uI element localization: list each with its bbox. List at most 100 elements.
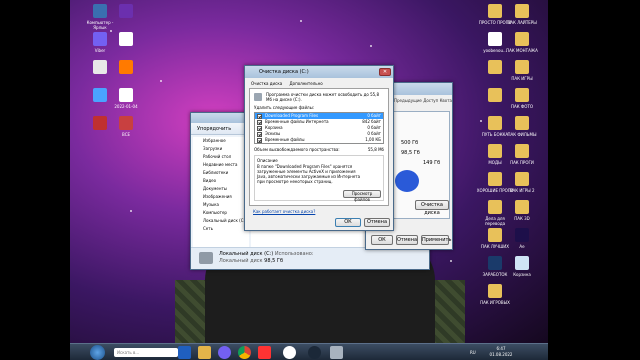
close-icon[interactable]: ✕ (379, 68, 391, 76)
status-drive-name: Локальный диск (C:) (219, 251, 274, 257)
description-text: В папке "Downloaded Program Files" храня… (257, 164, 361, 184)
desktop-icon-image (488, 88, 502, 102)
nav-item[interactable]: Изображения (203, 193, 249, 201)
tab-disk-cleanup[interactable]: Очистка диска (251, 81, 282, 86)
used-space-value: 500 Гб (401, 140, 419, 146)
disk-icon (254, 93, 262, 101)
nav-item[interactable]: Музыка (203, 201, 249, 209)
disk-cleanup-body: Программа очистки диска может освободить… (249, 88, 389, 206)
desktop-icon-label: ПАК ИГРОВЫХ (480, 300, 510, 305)
desktop-icon-image (515, 256, 529, 270)
taskbar: Искать в... RU 6:47 01.08.2022 (70, 343, 548, 360)
nav-item[interactable]: Библиотеки (203, 169, 249, 177)
file-checkbox[interactable] (257, 131, 262, 137)
tab-access[interactable]: Доступ (423, 98, 438, 103)
start-button[interactable] (90, 345, 105, 360)
desktop-icon-label: ПАК ИГРЫ (511, 76, 533, 81)
taskbar-search[interactable]: Искать в... (114, 348, 178, 357)
desktop-icon-label: ПАК ЛАЙТЕРЫ (507, 20, 537, 25)
taskbar-yandex-icon[interactable] (258, 346, 271, 359)
desktop-icon[interactable]: ВСЕ (106, 116, 146, 142)
cleanup-cancel-button[interactable]: Отмена (364, 218, 390, 227)
file-checkbox[interactable] (257, 119, 262, 125)
desktop-icon[interactable]: ПАК МОНТАЖА (502, 32, 542, 58)
file-name: Временные файлы (265, 137, 305, 142)
nav-item[interactable]: Загрузки (203, 145, 249, 153)
desktop-icon[interactable]: ПАК ЛАЙТЕРЫ (502, 4, 542, 30)
desktop-icon[interactable]: ПАК ИГРОВЫХ (475, 284, 515, 310)
cleanup-ok-button[interactable]: ОК (335, 218, 361, 227)
nav-item[interactable]: Недавние места (203, 161, 249, 169)
desktop-icon-label: ПАК МОНТАЖА (506, 48, 538, 53)
desktop-icon[interactable]: ПАК ФИЛЬМЫ (502, 116, 542, 142)
total-space-row: Объем высвобождаемого пространства: 55,8… (254, 147, 384, 153)
desktop-icon-image (488, 228, 502, 242)
disk-cleanup-title: Очистка диска (C:) (259, 69, 309, 75)
desktop-icon[interactable]: ПАК ИГРЫ (502, 60, 542, 86)
status-drive-icon (199, 252, 213, 264)
clock-date: 01.08.2022 (489, 352, 513, 357)
file-checkbox[interactable] (257, 137, 262, 143)
desktop-icon-label (106, 20, 146, 30)
nav-item[interactable]: Компьютер (203, 209, 249, 217)
desktop-icon[interactable]: ПАК ИГРЫ 2 (502, 172, 542, 198)
desktop-icon-image (119, 116, 133, 130)
tab-advanced[interactable]: Дополнительно (290, 81, 323, 86)
file-checkbox[interactable] (257, 125, 262, 131)
desktop-icon-image (515, 200, 529, 214)
desktop-icon-image (515, 88, 529, 102)
desktop-icon-label: Ae (519, 244, 525, 249)
desktop-icon[interactable]: Корзина (502, 256, 542, 282)
disk-cleanup-button[interactable]: Очистка диска (415, 200, 449, 216)
desktop-icon[interactable] (106, 60, 146, 86)
file-checkbox[interactable] (257, 113, 262, 119)
file-list-item: Временные файлы (257, 137, 305, 143)
taskbar-disk-icon[interactable] (330, 346, 343, 359)
nav-item[interactable]: Документы (203, 185, 249, 193)
desktop-icon-image (93, 32, 107, 46)
desktop-icon[interactable] (106, 4, 146, 30)
description-group: Описание В папке "Downloaded Program Fil… (254, 155, 384, 202)
tab-previous[interactable]: Предыдущие (394, 98, 422, 103)
total-space-label: Объем высвобождаемого пространства: (254, 147, 340, 152)
taskbar-steam-icon[interactable] (308, 346, 321, 359)
organize-button[interactable]: Упорядочить (197, 126, 231, 132)
properties-cancel-button[interactable]: Отмена (396, 235, 418, 245)
nav-item[interactable]: Рабочий стол (203, 153, 249, 161)
view-files-button[interactable]: Просмотр файлов (343, 190, 381, 202)
nav-item[interactable]: Видео (203, 177, 249, 185)
desktop-icon-label: ПАК ПРОГИ (510, 160, 534, 165)
capacity-value: 149 Гб (423, 160, 441, 166)
files-list: Downloaded Program Files 0 байт Временные … (254, 112, 384, 144)
properties-ok-button[interactable]: ОК (371, 235, 393, 245)
tab-quota[interactable]: Квота (440, 98, 452, 103)
desktop-icon-image (515, 32, 529, 46)
screen: Компьютер - Ярлык Viber 2022-01-04 ВСЕ ПРОС… (0, 0, 640, 360)
desktop-icon-label: Корзина (513, 272, 531, 277)
taskbar-yandex-browser-icon[interactable] (283, 346, 296, 359)
files-to-delete-label: Удалить следующие файлы: (254, 105, 315, 110)
desktop-icon[interactable]: Ae (502, 228, 542, 254)
nav-item[interactable]: Избранное (203, 137, 249, 145)
disk-usage-pie (395, 170, 419, 192)
file-list-row[interactable]: Временные файлы 1,00 КБ (255, 137, 383, 143)
nav-item[interactable]: Локальный диск (C:) (203, 217, 249, 225)
desktop-icon[interactable] (106, 32, 146, 58)
clock[interactable]: 6:47 01.08.2022 (484, 346, 518, 358)
how-it-works-link[interactable]: Как работает очистка диска? (253, 209, 315, 215)
desktop-icon-image (119, 88, 133, 102)
desktop-icon[interactable]: ПАК 3D (502, 200, 542, 226)
desktop-icon-image (488, 144, 502, 158)
file-name: Временные файлы Интернета (265, 119, 329, 124)
desktop-icon[interactable]: 2022-01-04 (106, 88, 146, 114)
taskbar-app-icon[interactable] (178, 346, 191, 359)
taskbar-viber-icon[interactable] (218, 346, 231, 359)
properties-apply-button[interactable]: Применить (421, 235, 451, 245)
desktop-icon[interactable]: ПАК ПРОГИ (502, 144, 542, 170)
desktop-icon-image (515, 228, 529, 242)
taskbar-chrome-icon[interactable] (238, 346, 251, 359)
desktop-icon[interactable]: ПАК ФОТО (502, 88, 542, 114)
nav-item[interactable]: Сеть (203, 225, 249, 233)
taskbar-folder-icon[interactable] (198, 346, 211, 359)
language-indicator[interactable]: RU (470, 350, 476, 355)
